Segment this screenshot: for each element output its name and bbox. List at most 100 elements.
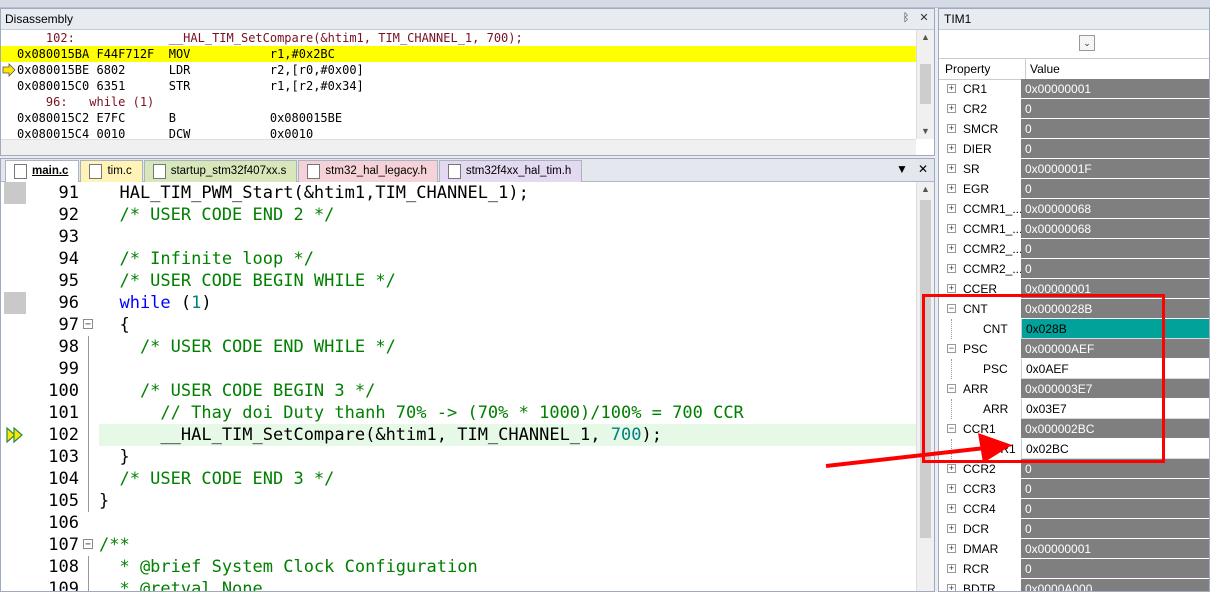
- code-line[interactable]: 92 /* USER CODE END 2 */: [1, 204, 916, 226]
- register-row[interactable]: + CCMR2_... 0: [939, 239, 1209, 259]
- register-value[interactable]: 0: [1021, 119, 1209, 139]
- fold-toggle-icon[interactable]: −: [83, 539, 93, 550]
- register-value[interactable]: 0: [1021, 499, 1209, 519]
- code-line[interactable]: 108 * @brief System Clock Configuration: [1, 556, 916, 578]
- register-value[interactable]: 0x0000001F: [1021, 159, 1209, 179]
- expand-icon[interactable]: +: [947, 184, 956, 193]
- expand-icon[interactable]: +: [947, 164, 956, 173]
- register-row[interactable]: + CCR3 0: [939, 479, 1209, 499]
- tab-dropdown-icon[interactable]: ▼: [896, 162, 908, 176]
- tab-stm32-hal-legacy-h[interactable]: stm32_hal_legacy.h: [298, 160, 438, 182]
- register-row[interactable]: + SR 0x0000001F: [939, 159, 1209, 179]
- code-line[interactable]: 96 while (1): [1, 292, 916, 314]
- expand-icon[interactable]: +: [947, 84, 956, 93]
- tab-main-c[interactable]: main.c: [5, 160, 80, 182]
- register-row[interactable]: + DMAR 0x00000001: [939, 539, 1209, 559]
- register-value[interactable]: 0: [1021, 479, 1209, 499]
- register-value[interactable]: 0: [1021, 559, 1209, 579]
- code-line[interactable]: 93: [1, 226, 916, 248]
- register-row[interactable]: + SMCR 0: [939, 119, 1209, 139]
- disassembly-line[interactable]: 0x080015BE 6802 LDR r2,[r0,#0x00]: [1, 62, 916, 78]
- register-value[interactable]: 0: [1021, 179, 1209, 199]
- code-line[interactable]: 101 // Thay doi Duty thanh 70% -> (70% *…: [1, 402, 916, 424]
- tab-stm32f4xx-hal-tim-h[interactable]: stm32f4xx_hal_tim.h: [438, 160, 583, 182]
- gutter-marker[interactable]: [4, 182, 26, 204]
- register-row[interactable]: + DIER 0: [939, 139, 1209, 159]
- code-line[interactable]: 106: [1, 512, 916, 534]
- disassembly-line[interactable]: 96: while (1): [1, 94, 916, 110]
- code-line[interactable]: 91 HAL_TIM_PWM_Start(&htim1,TIM_CHANNEL_…: [1, 182, 916, 204]
- register-value[interactable]: 0: [1021, 99, 1209, 119]
- code-line[interactable]: 102 __HAL_TIM_SetCompare(&htim1, TIM_CHA…: [1, 424, 916, 446]
- gutter-marker[interactable]: [4, 512, 26, 534]
- gutter-marker[interactable]: [4, 534, 26, 556]
- code-area[interactable]: 91 HAL_TIM_PWM_Start(&htim1,TIM_CHANNEL_…: [1, 182, 916, 591]
- register-row[interactable]: + CCR4 0: [939, 499, 1209, 519]
- expand-icon[interactable]: +: [947, 564, 956, 573]
- register-value[interactable]: 0x00000068: [1021, 219, 1209, 239]
- expand-icon[interactable]: +: [947, 504, 956, 513]
- chevron-down-icon[interactable]: ⌄: [1079, 35, 1095, 51]
- gutter-marker[interactable]: [4, 446, 26, 468]
- gutter-marker[interactable]: [4, 578, 26, 591]
- gutter-marker[interactable]: [4, 358, 26, 380]
- disassembly-lines[interactable]: 102: __HAL_TIM_SetCompare(&htim1, TIM_CH…: [1, 30, 916, 139]
- register-row[interactable]: + DCR 0: [939, 519, 1209, 539]
- code-line[interactable]: 105}: [1, 490, 916, 512]
- expand-icon[interactable]: +: [947, 524, 956, 533]
- code-line[interactable]: 107−/**: [1, 534, 916, 556]
- close-icon[interactable]: ✕: [918, 11, 930, 25]
- code-line[interactable]: 95 /* USER CODE BEGIN WHILE */: [1, 270, 916, 292]
- gutter-marker[interactable]: [4, 248, 26, 270]
- pin-icon[interactable]: ᛒ: [900, 11, 912, 25]
- register-value[interactable]: 0x00000068: [1021, 199, 1209, 219]
- code-line[interactable]: 109 * @retval None: [1, 578, 916, 591]
- code-line[interactable]: 99: [1, 358, 916, 380]
- register-value[interactable]: 0: [1021, 239, 1209, 259]
- register-row[interactable]: + CCMR1_... 0x00000068: [939, 199, 1209, 219]
- code-line[interactable]: 98 /* USER CODE END WHILE */: [1, 336, 916, 358]
- scroll-thumb[interactable]: [920, 64, 931, 104]
- gutter-marker[interactable]: [4, 402, 26, 424]
- register-row[interactable]: + BDTR 0x0000A000: [939, 579, 1209, 591]
- code-line[interactable]: 100 /* USER CODE BEGIN 3 */: [1, 380, 916, 402]
- register-value[interactable]: 0x00000001: [1021, 79, 1209, 99]
- gutter-marker[interactable]: [4, 292, 26, 314]
- register-row[interactable]: + CR1 0x00000001: [939, 79, 1209, 99]
- scroll-down-icon[interactable]: ▼: [917, 124, 934, 139]
- expand-icon[interactable]: +: [947, 244, 956, 253]
- gutter-marker[interactable]: [4, 556, 26, 578]
- disassembly-vscroll[interactable]: ▲ ▼: [916, 30, 934, 139]
- disassembly-line[interactable]: 0x080015C4 0010 DCW 0x0010: [1, 126, 916, 139]
- tab-tim-c[interactable]: tim.c: [80, 160, 143, 182]
- code-line[interactable]: 94 /* Infinite loop */: [1, 248, 916, 270]
- gutter-marker[interactable]: [4, 270, 26, 292]
- register-row[interactable]: + RCR 0: [939, 559, 1209, 579]
- disassembly-line[interactable]: 102: __HAL_TIM_SetCompare(&htim1, TIM_CH…: [1, 30, 916, 46]
- tab-close-icon[interactable]: ✕: [918, 162, 928, 176]
- expand-icon[interactable]: +: [947, 464, 956, 473]
- execution-arrow-icon[interactable]: [4, 424, 26, 446]
- gutter-marker[interactable]: [4, 490, 26, 512]
- register-value[interactable]: 0x0000A000: [1021, 579, 1209, 591]
- fold-toggle-icon[interactable]: −: [83, 319, 93, 330]
- expand-icon[interactable]: +: [947, 124, 956, 133]
- tab-startup-stm32f407xx-s[interactable]: startup_stm32f407xx.s: [143, 160, 298, 182]
- gutter-marker[interactable]: [4, 314, 26, 336]
- disassembly-line[interactable]: 0x080015C2 E7FC B 0x080015BE: [1, 110, 916, 126]
- expand-icon[interactable]: +: [947, 584, 956, 591]
- gutter-marker[interactable]: [4, 226, 26, 248]
- expand-icon[interactable]: +: [947, 484, 956, 493]
- disassembly-line[interactable]: 0x080015C0 6351 STR r1,[r2,#0x34]: [1, 78, 916, 94]
- expand-icon[interactable]: +: [947, 224, 956, 233]
- gutter-marker[interactable]: [4, 380, 26, 402]
- expand-icon[interactable]: +: [947, 264, 956, 273]
- register-value[interactable]: 0: [1021, 139, 1209, 159]
- scroll-up-icon[interactable]: ▲: [917, 182, 934, 197]
- expand-icon[interactable]: +: [947, 544, 956, 553]
- gutter-marker[interactable]: [4, 204, 26, 226]
- gutter-marker[interactable]: [4, 468, 26, 490]
- expand-icon[interactable]: +: [947, 284, 956, 293]
- register-value[interactable]: 0: [1021, 519, 1209, 539]
- register-row[interactable]: + EGR 0: [939, 179, 1209, 199]
